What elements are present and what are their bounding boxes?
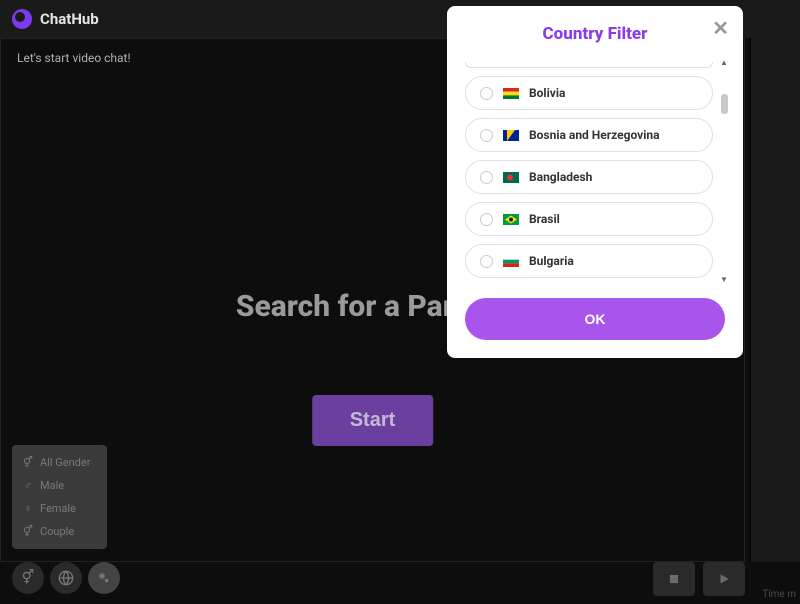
country-list-wrapper: Bolivia Bosnia and Herzegovina Banglades…	[465, 62, 725, 280]
country-item-bangladesh[interactable]: Bangladesh	[465, 160, 713, 194]
flag-bangladesh-icon	[503, 172, 519, 183]
partial-item-top	[465, 62, 713, 68]
scroll-up-icon[interactable]: ▲	[720, 58, 728, 67]
app-name: ChatHub	[40, 10, 99, 28]
playback-controls	[653, 562, 745, 596]
gender-icon: ⚥	[22, 570, 35, 586]
start-button[interactable]: Start	[312, 395, 434, 446]
globe-icon	[58, 570, 74, 586]
country-name: Bolivia	[529, 86, 565, 100]
ok-button[interactable]: OK	[465, 298, 725, 340]
right-panel	[750, 38, 800, 562]
country-list: Bolivia Bosnia and Herzegovina Banglades…	[465, 76, 725, 278]
radio-button	[480, 87, 493, 100]
country-name: Bosnia and Herzegovina	[529, 128, 660, 142]
gender-option-female[interactable]: ♀ Female	[22, 497, 97, 520]
scroll-down-icon[interactable]: ▼	[720, 275, 728, 284]
gender-option-couple[interactable]: ⚥ Couple	[22, 520, 97, 543]
gender-option-all[interactable]: ⚥ All Gender	[22, 451, 97, 474]
country-name: Bulgaria	[529, 254, 574, 268]
gender-label: Female	[40, 502, 76, 515]
gears-icon	[96, 570, 112, 586]
country-item-bosnia[interactable]: Bosnia and Herzegovina	[465, 118, 713, 152]
gender-label: Male	[40, 479, 64, 492]
country-item-bolivia[interactable]: Bolivia	[465, 76, 713, 110]
radio-button	[480, 213, 493, 226]
country-item-bulgaria[interactable]: Bulgaria	[465, 244, 713, 278]
scroll-thumb[interactable]	[721, 94, 728, 114]
settings-button[interactable]	[88, 562, 120, 594]
gender-option-male[interactable]: ♂ Male	[22, 474, 97, 497]
gender-label: All Gender	[40, 456, 90, 469]
flag-brasil-icon	[503, 214, 519, 225]
close-button[interactable]: ✕	[712, 18, 729, 38]
radio-button	[480, 129, 493, 142]
stop-icon	[667, 572, 681, 586]
all-gender-icon: ⚥	[22, 457, 34, 469]
gender-label: Couple	[40, 525, 74, 538]
play-icon	[717, 572, 731, 586]
country-name: Brasil	[529, 212, 560, 226]
female-icon: ♀	[22, 503, 34, 515]
logo-icon	[12, 9, 32, 29]
bottom-controls: ⚥	[12, 562, 120, 594]
flag-bosnia-icon	[503, 130, 519, 141]
country-name: Bangladesh	[529, 170, 592, 184]
radio-button	[480, 255, 493, 268]
radio-button	[480, 171, 493, 184]
play-button[interactable]	[703, 562, 745, 596]
flag-bulgaria-icon	[503, 256, 519, 267]
male-icon: ♂	[22, 480, 34, 492]
country-item-brasil[interactable]: Brasil	[465, 202, 713, 236]
stop-button[interactable]	[653, 562, 695, 596]
gender-toggle-button[interactable]: ⚥	[12, 562, 44, 594]
flag-bolivia-icon	[503, 88, 519, 99]
gender-panel: ⚥ All Gender ♂ Male ♀ Female ⚥ Couple	[12, 445, 107, 549]
country-filter-modal: ✕ Country Filter Bolivia Bosnia and Herz…	[447, 6, 743, 358]
globe-button[interactable]	[50, 562, 82, 594]
close-icon: ✕	[712, 16, 729, 40]
modal-title: Country Filter	[465, 24, 725, 44]
scrollbar[interactable]: ▲ ▼	[719, 58, 729, 284]
time-label: Time m	[762, 589, 796, 600]
couple-icon: ⚥	[22, 526, 34, 538]
